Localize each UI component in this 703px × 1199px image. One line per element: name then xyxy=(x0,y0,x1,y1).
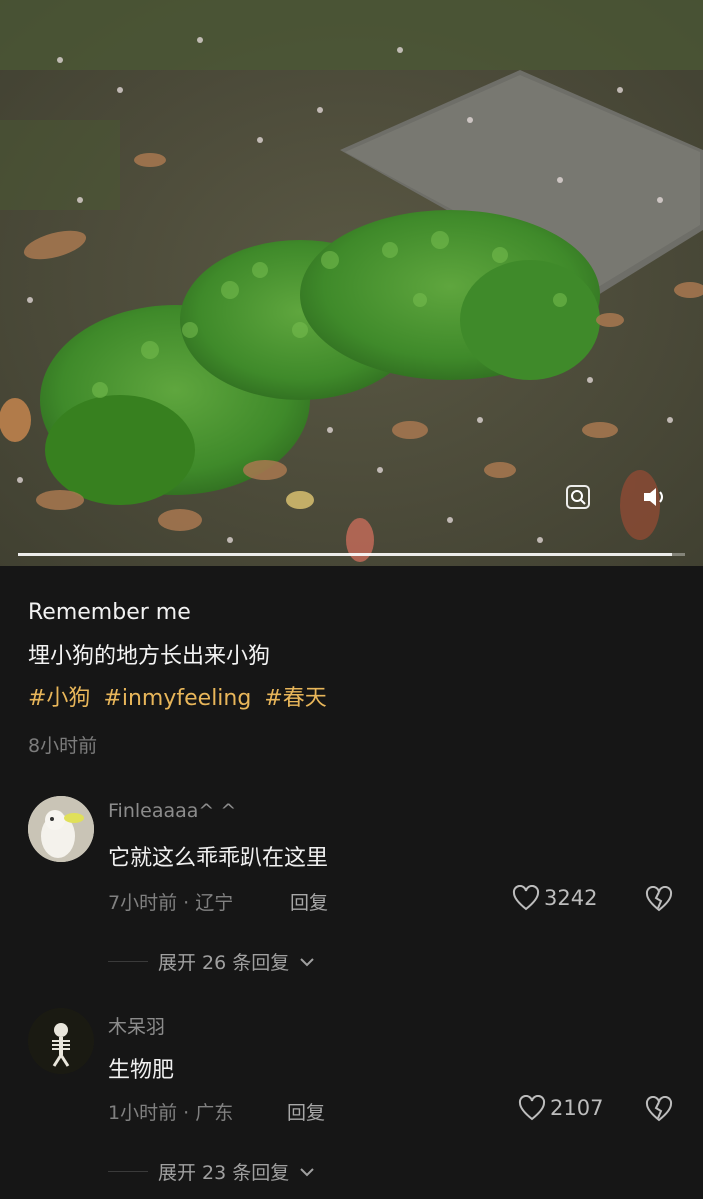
like-count: 3242 xyxy=(544,886,598,910)
comment-username[interactable]: 木呆羽 xyxy=(108,1012,165,1039)
avatar[interactable] xyxy=(28,796,94,862)
comment-text: 生物肥 xyxy=(108,1058,175,1083)
post-body: 埋小狗的地方长出来小狗 xyxy=(28,644,271,669)
comment-text: 它就这么乖乖趴在这里 xyxy=(108,846,329,871)
broken-heart-icon xyxy=(645,1095,673,1122)
expand-replies-button[interactable]: 展开 23 条回复 xyxy=(108,1158,315,1185)
hashtag[interactable]: #inmyfeeling xyxy=(103,686,251,711)
reply-button[interactable]: 回复 xyxy=(287,1098,325,1125)
chevron-down-icon xyxy=(300,1167,314,1176)
post-content: Remember me 埋小狗的地方长出来小狗 #小狗 #inmyfeeling… xyxy=(28,598,678,758)
expand-replies-label: 展开 26 条回复 xyxy=(158,952,290,974)
clover-patch-photo xyxy=(0,0,703,566)
like-count: 2107 xyxy=(550,1096,604,1120)
like-button[interactable]: 3242 xyxy=(512,885,597,911)
broken-heart-icon xyxy=(645,885,673,912)
video-progress-fill xyxy=(18,553,672,556)
comment-meta: 1小时前 · 广东 xyxy=(108,1102,234,1124)
expand-replies-button[interactable]: 展开 26 条回复 xyxy=(108,948,315,975)
volume-icon[interactable] xyxy=(640,482,670,512)
divider xyxy=(108,961,148,962)
comment-username[interactable]: Finleaaaa^ ^ xyxy=(108,800,236,822)
post-time: 8小时前 xyxy=(28,735,98,757)
hashtag[interactable]: #小狗 xyxy=(28,686,90,711)
comment-meta: 7小时前 · 辽宁 xyxy=(108,892,234,914)
dislike-button[interactable] xyxy=(645,1095,673,1122)
video-progress-bar[interactable] xyxy=(18,553,685,556)
post-title: Remember me xyxy=(28,600,191,625)
dislike-button[interactable] xyxy=(645,885,673,912)
heart-icon xyxy=(512,885,540,911)
hashtag[interactable]: #春天 xyxy=(264,686,326,711)
expand-replies-label: 展开 23 条回复 xyxy=(158,1162,290,1184)
zoom-search-icon[interactable] xyxy=(563,482,593,512)
reply-button[interactable]: 回复 xyxy=(290,888,328,915)
divider xyxy=(108,1171,148,1172)
post-image[interactable] xyxy=(0,0,703,566)
like-button[interactable]: 2107 xyxy=(518,1095,603,1121)
chevron-down-icon xyxy=(300,957,314,966)
avatar[interactable] xyxy=(28,1008,94,1074)
heart-icon xyxy=(518,1095,546,1121)
hashtag-list: #小狗 #inmyfeeling #春天 xyxy=(28,684,678,714)
